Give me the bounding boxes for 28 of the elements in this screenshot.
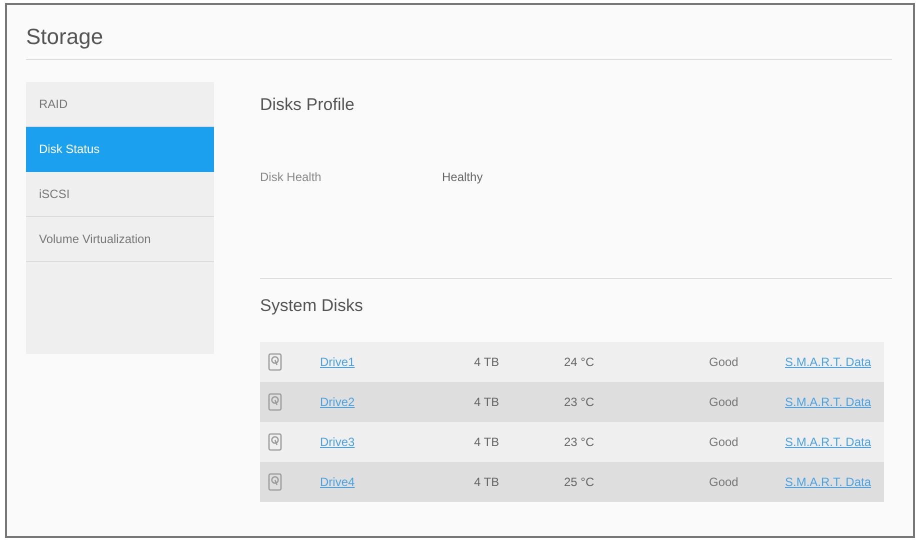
section-heading: System Disks: [260, 294, 363, 316]
section-heading: Disks Profile: [260, 94, 354, 116]
smart-data-link[interactable]: S.M.A.R.T. Data: [785, 393, 872, 411]
temperature-cell-text: 23 °C: [564, 394, 596, 411]
smart-data-link[interactable]: S.M.A.R.T. Data: [785, 433, 872, 451]
smart-data-link[interactable]: S.M.A.R.T. Data: [785, 353, 872, 371]
sidebar-item[interactable]: Volume Virtualization: [26, 217, 214, 262]
sidebar-item[interactable]: Disk Status: [26, 127, 214, 172]
size-cell-text: 4 TB: [474, 394, 500, 411]
drive-link[interactable]: Drive3: [320, 435, 355, 449]
status-cell-text: Good: [709, 354, 740, 371]
drive-link[interactable]: Drive1: [320, 355, 355, 369]
status-cell-text: Good: [709, 394, 740, 411]
status-cell-text: Good: [709, 434, 740, 451]
field-value: Healthy: [442, 168, 483, 186]
temperature-cell-text: 23 °C: [564, 434, 596, 451]
page-title: Storage: [26, 23, 104, 51]
temperature-cell-text: 24 °C: [564, 354, 596, 371]
sidebar-item[interactable]: iSCSI: [26, 172, 214, 217]
drive-link[interactable]: Drive2: [320, 395, 355, 409]
field-label: Disk Health: [260, 168, 322, 186]
size-cell-text: 4 TB: [474, 434, 500, 451]
size-cell-text: 4 TB: [474, 474, 500, 491]
size-cell-text: 4 TB: [474, 354, 500, 371]
smart-data-link[interactable]: S.M.A.R.T. Data: [785, 473, 872, 491]
status-cell-text: Good: [709, 474, 740, 491]
temperature-cell-text: 25 °C: [564, 474, 596, 491]
drive-link[interactable]: Drive4: [320, 475, 355, 489]
